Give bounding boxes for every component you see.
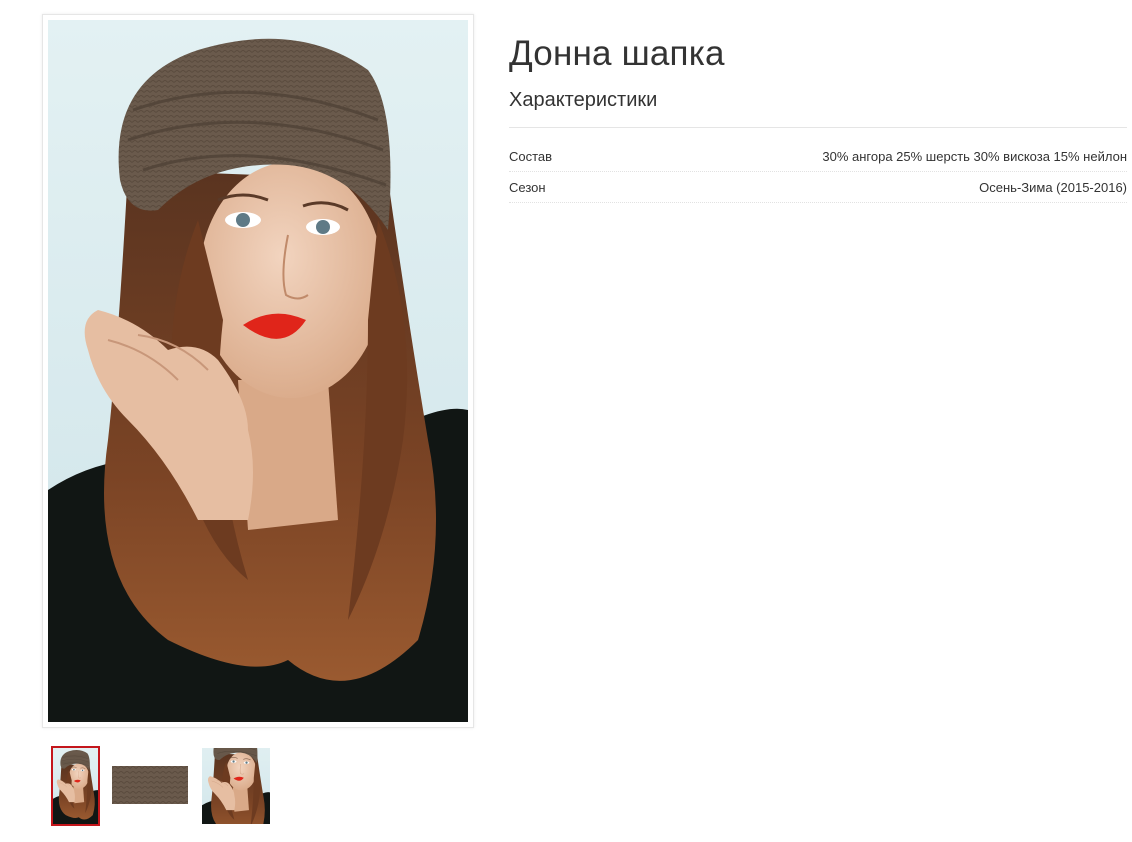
spec-label: Сезон <box>509 179 546 195</box>
spec-row-season: Сезон Осень-Зима (2015-2016) <box>509 172 1127 203</box>
thumbnail-3[interactable] <box>202 748 270 824</box>
model-photo-thumbnail <box>53 748 98 824</box>
model-photo-thumbnail <box>202 748 270 824</box>
product-info: Донна шапка Характеристики Состав 30% ан… <box>509 30 1127 203</box>
spec-value: Осень-Зима (2015-2016) <box>979 179 1127 195</box>
knit-fabric-swatch-thumbnail <box>112 766 188 804</box>
spec-row-composition: Состав 30% ангора 25% шерсть 30% вискоза… <box>509 141 1127 172</box>
characteristics-table: Состав 30% ангора 25% шерсть 30% вискоза… <box>509 141 1127 203</box>
main-product-photo[interactable] <box>42 14 474 728</box>
thumbnail-2[interactable] <box>112 766 188 804</box>
characteristics-heading: Характеристики <box>509 86 1127 128</box>
thumbnail-1-selected[interactable] <box>51 746 100 826</box>
spec-label: Состав <box>509 148 553 164</box>
spec-value: 30% ангора 25% шерсть 30% вискоза 15% не… <box>822 148 1127 164</box>
product-model-photo <box>48 20 468 722</box>
product-title: Донна шапка <box>509 34 725 73</box>
